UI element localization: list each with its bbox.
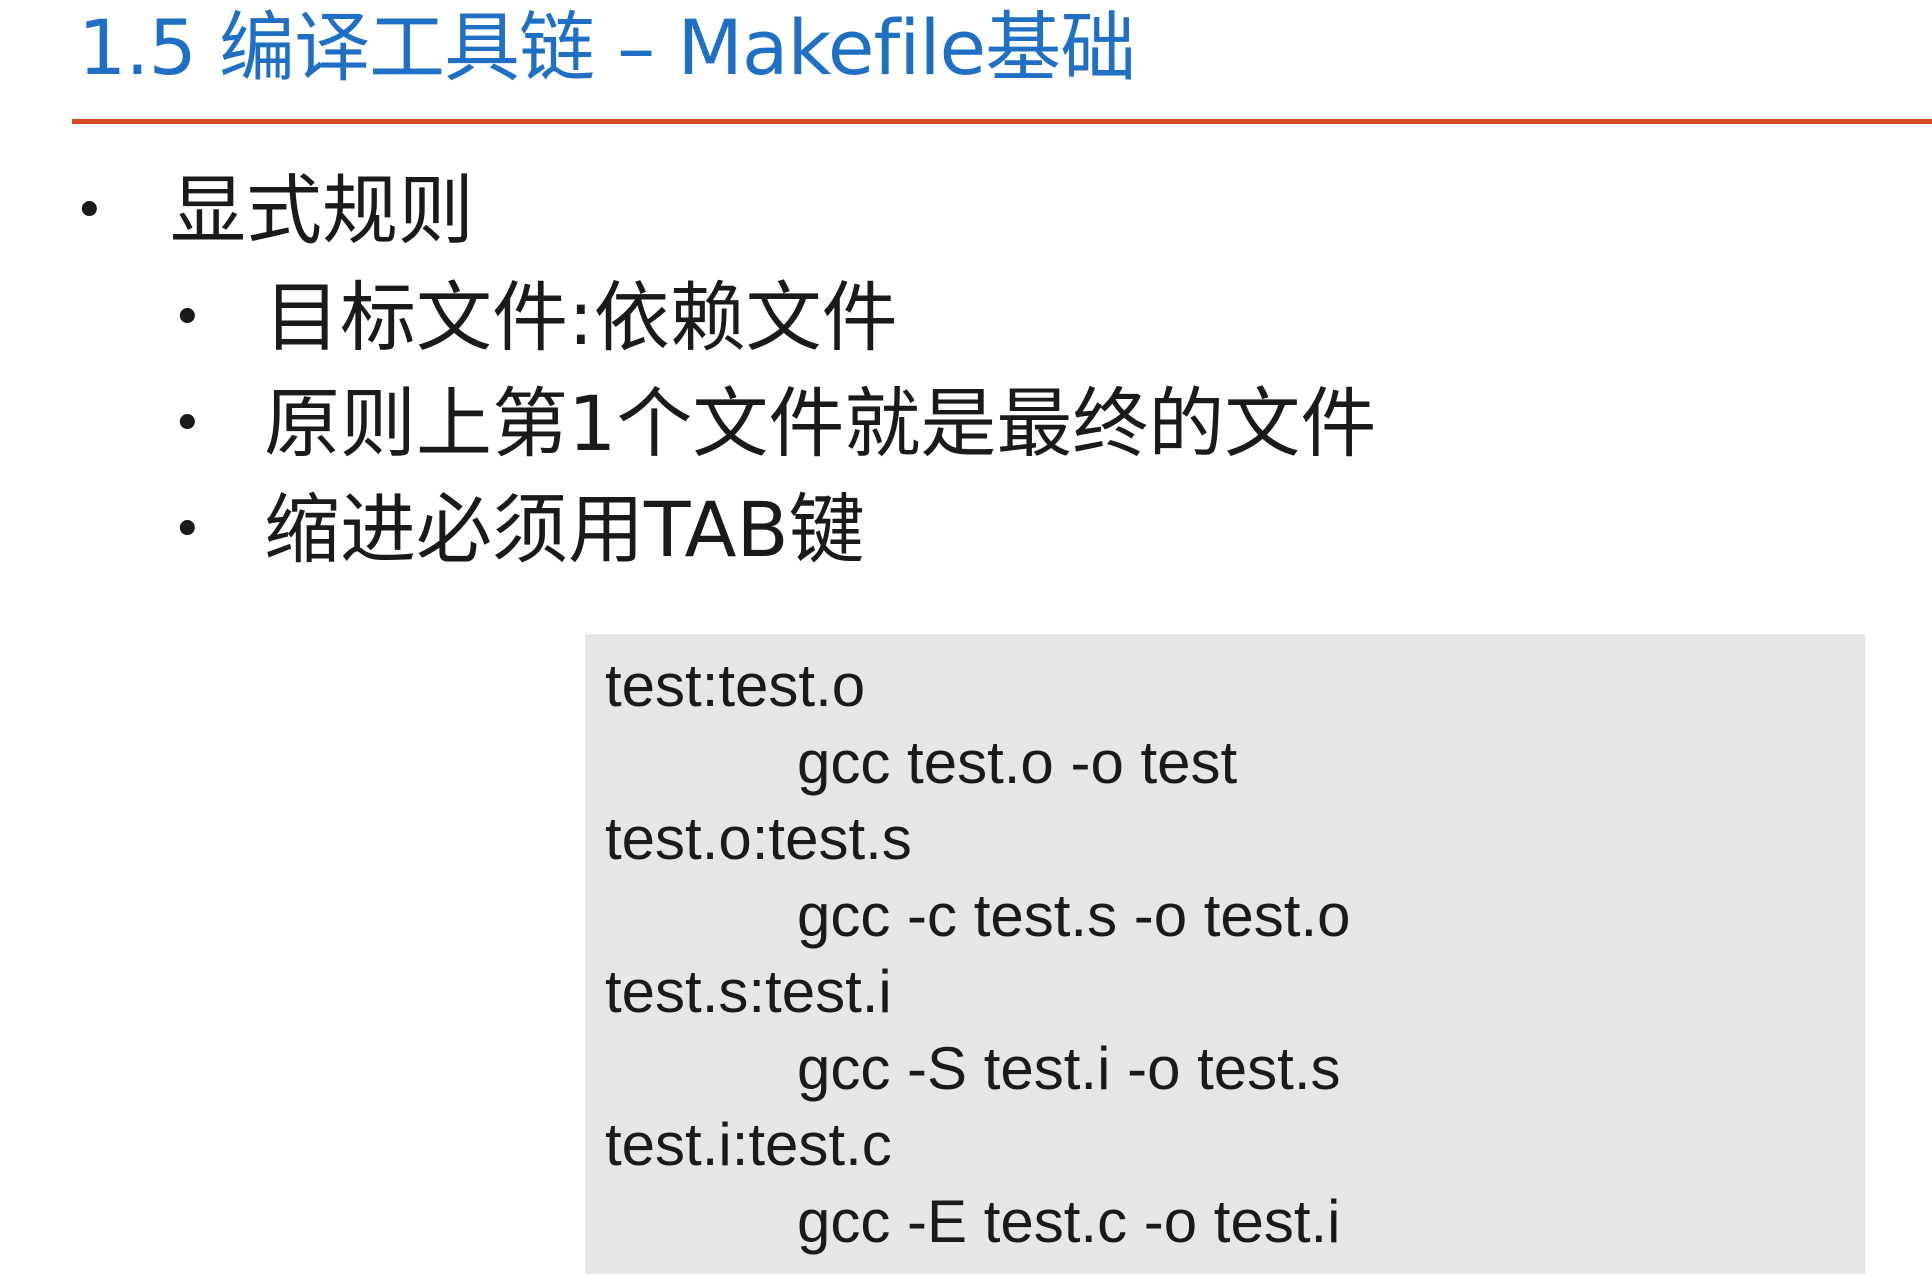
bullet-dot-icon: • <box>74 181 105 241</box>
bullet-dot-icon: • <box>172 500 203 560</box>
code-line-command: gcc test.o -o test <box>797 728 1238 796</box>
code-line-target: test.i:test.c <box>605 1111 892 1178</box>
sub-bullet-3-text: 缩进必须用TAB键 <box>264 485 865 574</box>
sub-bullet-2-text: 原则上第1个文件就是最终的文件 <box>264 379 1377 468</box>
code-line-command: gcc -S test.i -o test.s <box>797 1034 1341 1102</box>
bullet-main-text: 显式规则 <box>170 166 474 255</box>
slide-title: 1.5 编译工具链 – Makefile基础 <box>78 3 1136 92</box>
bullet-dot-icon: • <box>172 394 203 454</box>
code-line-target: test.o:test.s <box>605 805 912 872</box>
code-line-target: test:test.o <box>605 652 866 719</box>
code-line-command: gcc -c test.s -o test.o <box>797 881 1351 949</box>
title-divider <box>72 119 1932 124</box>
bullet-dot-icon: • <box>172 288 203 348</box>
code-line-command: gcc -E test.c -o test.i <box>797 1187 1341 1255</box>
makefile-code-block: test:test.o gcc test.o -o test test.o:te… <box>585 634 1865 1274</box>
code-line-target: test.s:test.i <box>605 958 892 1025</box>
sub-bullet-1-text: 目标文件:依赖文件 <box>264 273 898 362</box>
